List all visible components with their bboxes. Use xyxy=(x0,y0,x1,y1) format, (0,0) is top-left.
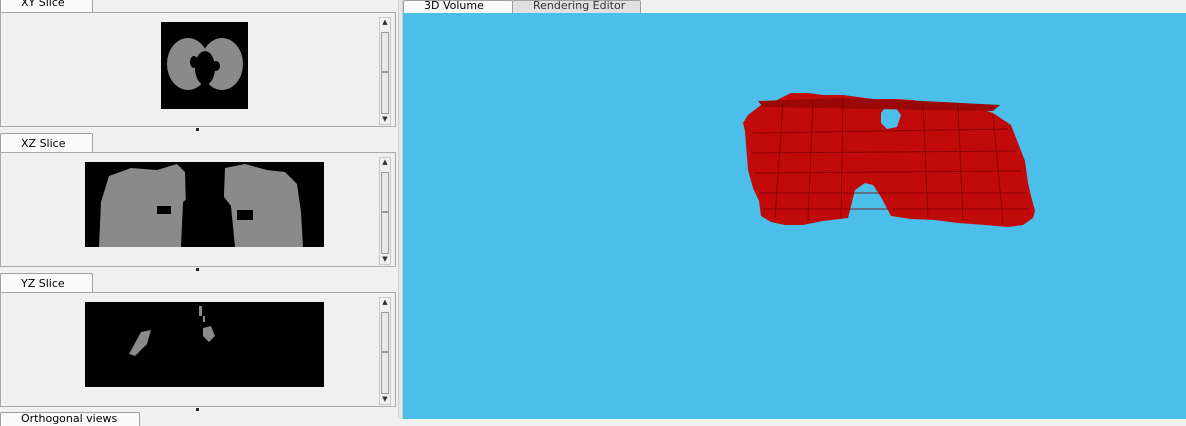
xy-resize-handle[interactable] xyxy=(196,128,199,131)
xz-slice-image[interactable] xyxy=(85,162,324,247)
yz-slice-tab-label: YZ Slice xyxy=(21,277,65,290)
scroll-down-icon[interactable]: ▼ xyxy=(380,255,390,264)
xz-slice-view[interactable]: ▲ ▼ xyxy=(0,152,396,267)
xy-scroll-thumb-lower[interactable] xyxy=(381,72,389,114)
xz-resize-handle[interactable] xyxy=(196,268,199,271)
xz-scroll-thumb[interactable] xyxy=(381,172,389,212)
xz-slice-tab-label: XZ Slice xyxy=(21,137,66,150)
scroll-up-icon[interactable]: ▲ xyxy=(380,298,390,307)
yz-scroll-thumb-lower[interactable] xyxy=(381,352,389,394)
yz-resize-handle[interactable] xyxy=(196,408,199,411)
xy-slice-panel: XY Slice ▲ ▼ xyxy=(0,0,398,131)
xy-slice-tab-label: XY Slice xyxy=(21,0,65,9)
xz-scroll-thumb-lower[interactable] xyxy=(381,212,389,254)
tab-xy-slice[interactable]: XY Slice xyxy=(0,0,93,12)
tab-rendering-editor[interactable]: Rendering Editor xyxy=(512,0,641,14)
tab-xz-slice[interactable]: XZ Slice xyxy=(0,133,93,153)
xz-slice-scrollbar[interactable]: ▲ ▼ xyxy=(379,157,391,265)
yz-slice-view[interactable]: ▲ ▼ xyxy=(0,292,396,407)
tab-3d-volume-label: 3D Volume xyxy=(424,0,484,12)
tab-rendering-editor-label: Rendering Editor xyxy=(533,0,626,12)
xy-slice-scrollbar[interactable]: ▲ ▼ xyxy=(379,17,391,125)
xy-scroll-thumb[interactable] xyxy=(381,32,389,72)
3d-volume-viewport[interactable] xyxy=(403,13,1186,419)
tab-yz-slice[interactable]: YZ Slice xyxy=(0,273,93,293)
scroll-down-icon[interactable]: ▼ xyxy=(380,115,390,124)
xz-slice-panel: XZ Slice ▲ ▼ xyxy=(0,132,398,271)
xy-lung-crosssection xyxy=(167,38,243,90)
yz-slice-scrollbar[interactable]: ▲ ▼ xyxy=(379,297,391,405)
yz-lung-sagittal xyxy=(129,306,215,356)
tab-orthogonal-views[interactable]: Orthogonal views xyxy=(0,412,140,426)
render-pane: 3D Volume Rendering Editor xyxy=(403,0,1186,419)
scroll-up-icon[interactable]: ▲ xyxy=(380,18,390,27)
xy-slice-view[interactable]: ▲ ▼ xyxy=(0,12,396,127)
yz-slice-panel: YZ Slice ▲ ▼ xyxy=(0,272,398,411)
yz-slice-image[interactable] xyxy=(85,302,324,387)
scroll-up-icon[interactable]: ▲ xyxy=(380,158,390,167)
scroll-down-icon[interactable]: ▼ xyxy=(380,395,390,404)
yz-scroll-thumb[interactable] xyxy=(381,312,389,352)
lung-mesh-render xyxy=(743,93,1035,227)
xz-lung-coronal xyxy=(99,164,303,247)
slice-views-pane: XY Slice ▲ ▼ XZ Slice ▲ ▼ YZ Slice ▲ ▼ O… xyxy=(0,0,398,426)
xy-slice-image[interactable] xyxy=(161,22,248,109)
tab-3d-volume[interactable]: 3D Volume xyxy=(403,0,513,14)
